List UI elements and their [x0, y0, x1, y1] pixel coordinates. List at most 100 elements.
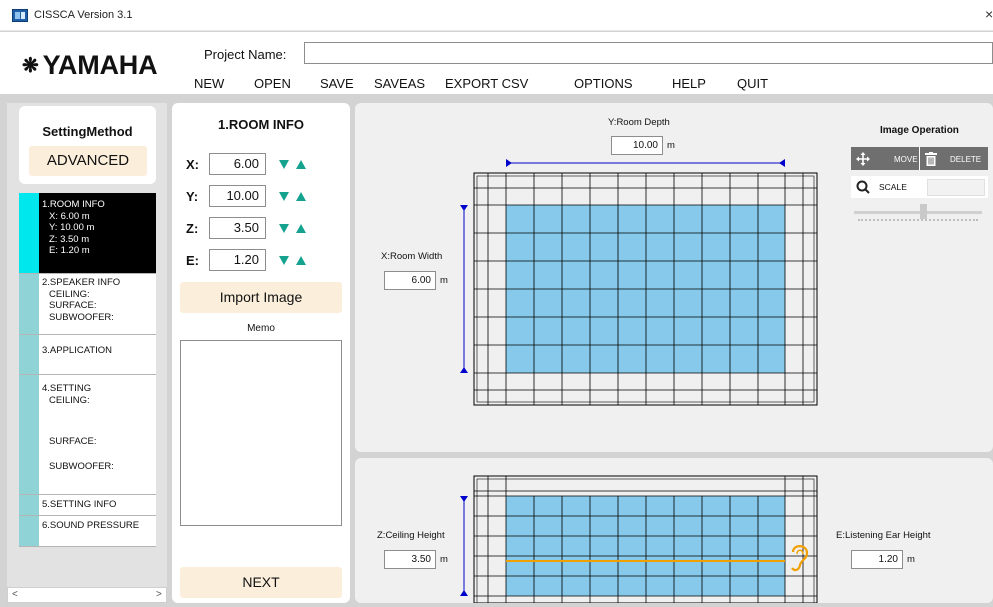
- sidebar: SettingMethod ADVANCED 1.ROOM INFO X: 6.…: [7, 103, 167, 603]
- nav-sub: E: 1.20 m: [49, 245, 90, 256]
- e-input[interactable]: 1.20: [209, 249, 266, 271]
- y-label: Y:: [186, 189, 199, 204]
- menu-help[interactable]: HELP: [672, 76, 706, 91]
- nav-setting[interactable]: 4.SETTING CEILING: SURFACE: SUBWOOFER:: [19, 375, 156, 495]
- move-icon[interactable]: [856, 152, 870, 166]
- project-name-label: Project Name:: [204, 47, 287, 62]
- y-increment-icon[interactable]: [296, 192, 306, 201]
- ear-height-unit: m: [907, 554, 915, 565]
- move-button[interactable]: MOVE: [894, 155, 918, 164]
- search-icon: [856, 180, 870, 194]
- scale-slider-track[interactable]: [854, 211, 982, 214]
- nav-sub: X: 6.00 m: [49, 210, 90, 222]
- nav-setting-info[interactable]: 5.SETTING INFO: [19, 495, 156, 516]
- scale-slider-ticks: [858, 219, 978, 221]
- next-button[interactable]: NEXT: [180, 567, 342, 598]
- menu-save[interactable]: SAVE: [320, 76, 354, 91]
- x-increment-icon[interactable]: [296, 160, 306, 169]
- width-dimension-line: [460, 205, 468, 373]
- nav-sub: SURFACE:: [49, 300, 97, 311]
- room-depth-value[interactable]: 10.00: [611, 136, 663, 155]
- ceiling-height-value[interactable]: 3.50: [384, 550, 436, 569]
- header: ❋ YAMAHA Project Name: NEW OPEN SAVE SAVE…: [0, 32, 993, 94]
- scale-slider-thumb[interactable]: [920, 204, 927, 219]
- room-depth-label: Y:Room Depth: [608, 117, 670, 128]
- nav-label: 6.SOUND PRESSURE: [42, 520, 140, 531]
- scroll-right-icon[interactable]: >: [156, 589, 162, 600]
- nav-sub: CEILING:: [49, 288, 90, 300]
- memo-textarea[interactable]: [180, 340, 342, 526]
- nav-sub: Z: 3.50 m: [49, 233, 90, 245]
- depth-dimension-line: [506, 159, 785, 167]
- nav-sub: Y: 10.00 m: [49, 222, 95, 233]
- setting-method-box: SettingMethod ADVANCED: [19, 106, 156, 184]
- nav-sub: SUBWOOFER:: [49, 311, 114, 323]
- scale-row: SCALE: [851, 176, 988, 198]
- room-width-unit: m: [440, 275, 448, 286]
- yamaha-logo: ❋ YAMAHA: [22, 50, 158, 80]
- ceiling-height-label: Z:Ceiling Height: [377, 530, 445, 541]
- nav-sub: SUBWOOFER:: [49, 461, 114, 472]
- menu-new[interactable]: NEW: [194, 76, 224, 91]
- nav-indicator: [19, 516, 39, 546]
- nav-sub: SURFACE:: [49, 436, 97, 447]
- delete-button[interactable]: DELETE: [950, 155, 981, 164]
- ceiling-dimension-line: [460, 496, 468, 596]
- tuning-fork-icon: ❋: [22, 55, 39, 77]
- z-increment-icon[interactable]: [296, 224, 306, 233]
- nav-indicator: [19, 193, 39, 273]
- room-width-value[interactable]: 6.00: [384, 271, 436, 290]
- advanced-mode-button[interactable]: ADVANCED: [29, 146, 147, 176]
- horizontal-scrollbar[interactable]: < >: [7, 587, 167, 603]
- menu-open[interactable]: OPEN: [254, 76, 291, 91]
- setting-method-title: SettingMethod: [42, 124, 133, 139]
- menu-quit[interactable]: QUIT: [737, 76, 768, 91]
- nav-label: 1.ROOM INFO: [42, 199, 105, 210]
- room-info-title: 1.ROOM INFO: [218, 117, 304, 132]
- room-info-panel: 1.ROOM INFO X: 6.00 Y: 10.00 Z: 3.50 E: …: [172, 103, 350, 603]
- y-input[interactable]: 10.00: [209, 185, 266, 207]
- ear-icon: [791, 545, 809, 572]
- nav-label: 4.SETTING: [42, 383, 92, 394]
- scale-input[interactable]: [927, 179, 985, 196]
- room-width-label: X:Room Width: [381, 251, 443, 262]
- x-label: X:: [186, 157, 199, 172]
- nav-indicator: [19, 274, 39, 334]
- nav-speaker-info[interactable]: 2.SPEAKER INFO CEILING: SURFACE: SUBWOOF…: [19, 274, 156, 335]
- menu-options[interactable]: OPTIONS: [574, 76, 633, 91]
- room-depth-unit: m: [667, 140, 675, 151]
- ear-height-value[interactable]: 1.20: [851, 550, 903, 569]
- scale-label: SCALE: [879, 182, 907, 192]
- section-view-panel: Z:Ceiling Height 3.50 m E:Listening Ear …: [355, 458, 993, 603]
- nav-room-info[interactable]: 1.ROOM INFO X: 6.00 m Y: 10.00 m Z: 3.50…: [19, 193, 156, 274]
- ear-height-label: E:Listening Ear Height: [836, 530, 931, 541]
- scroll-left-icon[interactable]: <: [12, 589, 18, 600]
- x-input[interactable]: 6.00: [209, 153, 266, 175]
- room-section-area: [506, 496, 785, 596]
- e-increment-icon[interactable]: [296, 256, 306, 265]
- project-name-input[interactable]: [304, 42, 993, 64]
- nav-label: 5.SETTING INFO: [42, 499, 117, 510]
- nav-indicator: [19, 335, 39, 374]
- x-decrement-icon[interactable]: [279, 160, 289, 169]
- nav-sound-pressure[interactable]: 6.SOUND PRESSURE: [19, 516, 156, 547]
- y-decrement-icon[interactable]: [279, 192, 289, 201]
- nav-label: 3.APPLICATION: [42, 345, 113, 356]
- menu-export-csv[interactable]: EXPORT CSV: [445, 76, 528, 91]
- nav-sub: CEILING:: [49, 395, 90, 406]
- ceiling-height-unit: m: [440, 554, 448, 565]
- z-input[interactable]: 3.50: [209, 217, 266, 239]
- image-operation-title: Image Operation: [880, 125, 959, 136]
- nav-indicator: [19, 375, 39, 494]
- app-icon: [12, 9, 28, 22]
- z-label: Z:: [186, 221, 199, 236]
- menu-saveas[interactable]: SAVEAS: [374, 76, 425, 91]
- nav-application[interactable]: 3.APPLICATION: [19, 335, 156, 375]
- nav-label: 2.SPEAKER INFO: [42, 277, 121, 288]
- trash-icon[interactable]: [925, 152, 937, 166]
- title-bar: CISSCA Version 3.1 ×: [0, 0, 993, 31]
- import-image-button[interactable]: Import Image: [180, 282, 342, 313]
- z-decrement-icon[interactable]: [279, 224, 289, 233]
- e-decrement-icon[interactable]: [279, 256, 289, 265]
- close-icon[interactable]: ×: [985, 6, 993, 22]
